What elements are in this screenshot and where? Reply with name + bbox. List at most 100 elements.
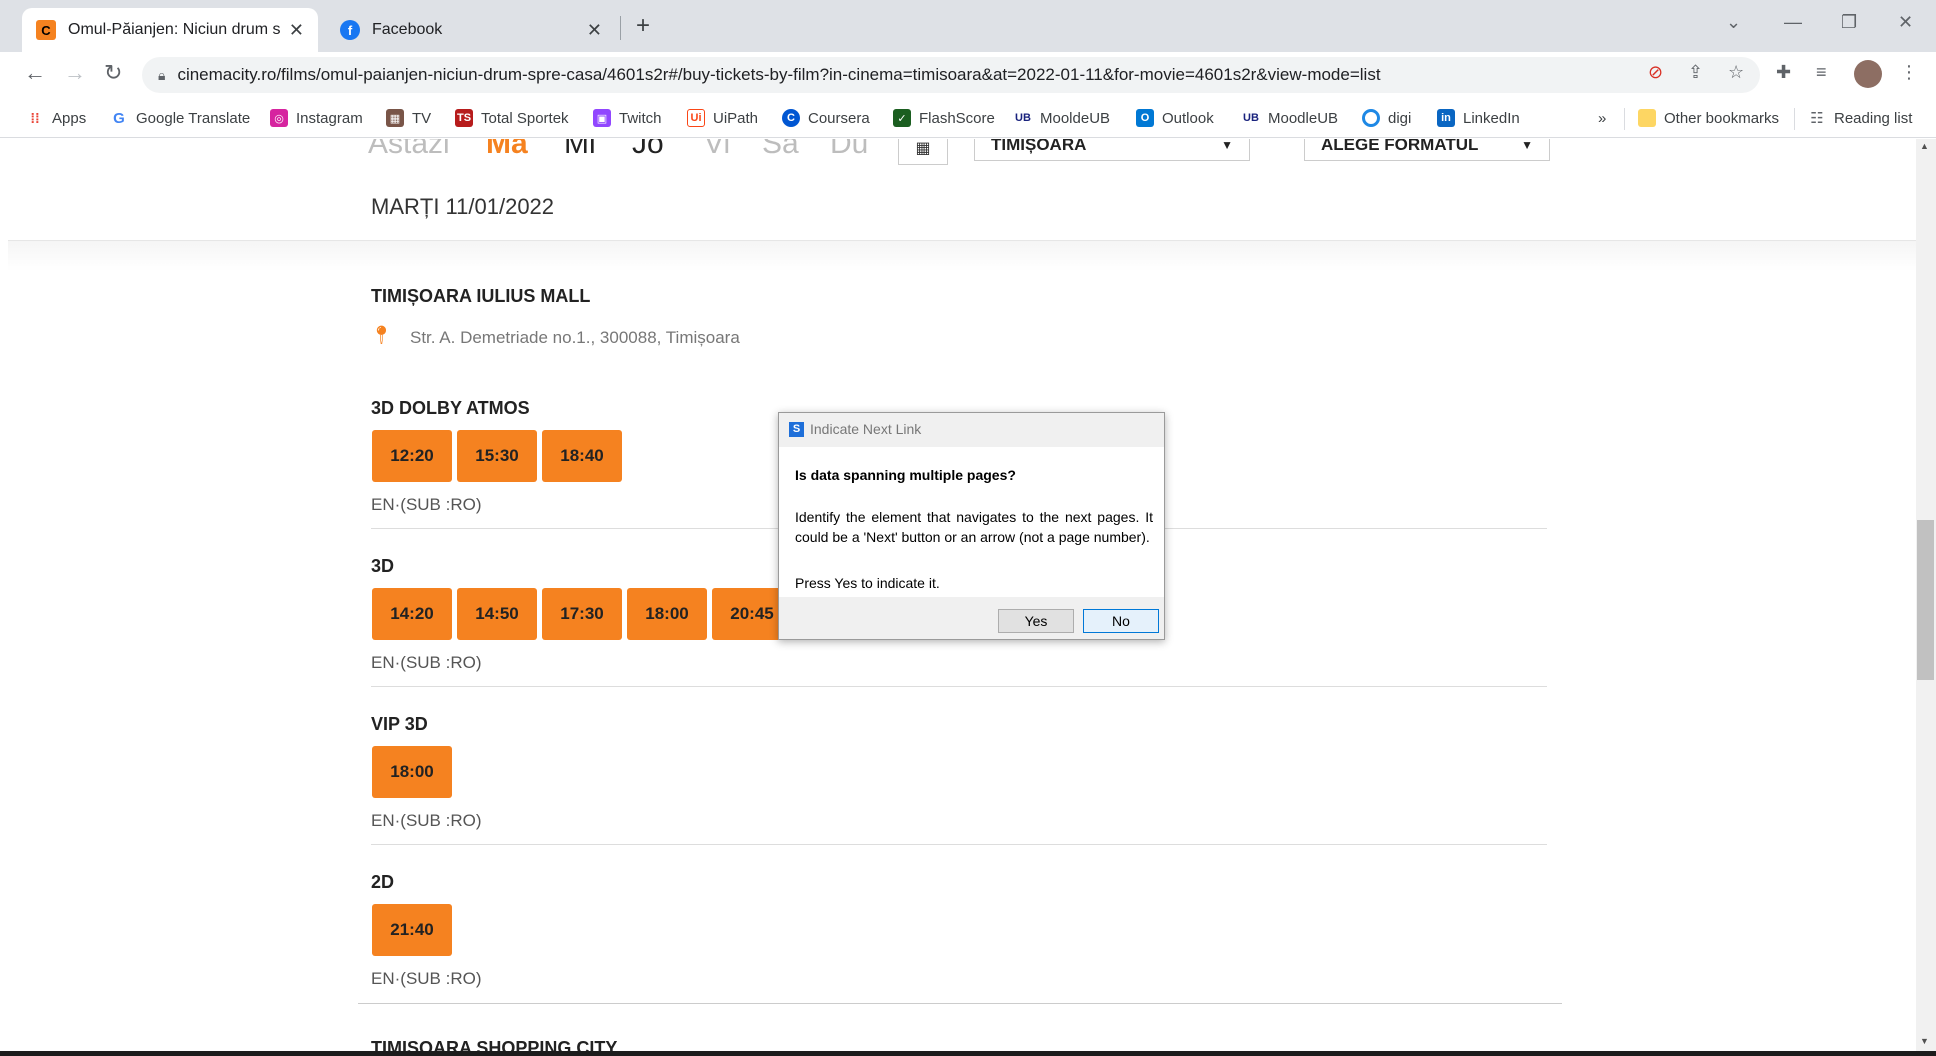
close-tab-icon[interactable]: ✕ <box>289 20 304 41</box>
bookmark-star-icon[interactable]: ☆ <box>1728 62 1744 83</box>
lock-icon: 🔒︎ <box>158 66 166 83</box>
bookmark-label: Reading list <box>1834 109 1913 127</box>
showtime-button[interactable]: 14:20 <box>372 588 452 640</box>
new-tab-button[interactable]: + <box>636 12 650 40</box>
day-vi[interactable]: Vi <box>704 139 730 161</box>
showtime-button[interactable]: 12:20 <box>372 430 452 482</box>
bookmark-outlook[interactable]: O Outlook <box>1136 104 1214 132</box>
yes-button[interactable]: Yes <box>998 609 1074 633</box>
bookmark-moodleub[interactable]: UB MoodleUB <box>1242 104 1338 132</box>
format-select[interactable]: ALEGE FORMATUL ▼ <box>1304 139 1550 161</box>
indicate-next-link-dialog: S Indicate Next Link Is data spanning mu… <box>778 412 1165 640</box>
bookmark-twitch[interactable]: ▣ Twitch <box>593 104 662 132</box>
next-cinema-name: TIMIȘOARA SHOPPING CITY <box>371 1038 618 1051</box>
calendar-icon[interactable]: ▦ <box>898 139 948 165</box>
more-bookmarks-button[interactable]: » <box>1598 104 1606 132</box>
dialog-question: Is data spanning multiple pages? <box>795 467 1016 483</box>
avatar[interactable] <box>1854 60 1882 88</box>
date-heading: MARȚI 11/01/2022 <box>371 194 555 219</box>
menu-icon[interactable]: ⋮ <box>1900 62 1918 83</box>
showtime-button[interactable]: 21:40 <box>372 904 452 956</box>
minimize-icon[interactable]: — <box>1784 12 1802 33</box>
twitch-icon: ▣ <box>593 109 611 127</box>
bookmark-label: LinkedIn <box>1463 109 1520 127</box>
day-astazi[interactable]: Astazi <box>368 139 450 161</box>
language-label: EN·(SUB :RO) <box>371 653 482 672</box>
forward-icon[interactable]: → <box>64 60 86 86</box>
tab-title: Omul-Păianjen: Niciun drum spre <box>68 21 281 38</box>
bookmark-tv[interactable]: ▦ TV <box>386 104 431 132</box>
chevron-down-icon: ▼ <box>1221 139 1233 152</box>
tab-search-icon[interactable]: ⌄ <box>1726 12 1741 33</box>
cinema-divider <box>358 1003 1562 1004</box>
uipath-icon: Ui <box>687 109 705 127</box>
language-label: EN·(SUB :RO) <box>371 811 482 830</box>
tab-facebook[interactable]: f Facebook ✕ <box>326 8 616 52</box>
bookmark-coursera[interactable]: C Coursera <box>782 104 870 132</box>
showtime-button[interactable]: 18:40 <box>542 430 622 482</box>
no-button[interactable]: No <box>1083 609 1159 633</box>
bookmark-label: Total Sportek <box>481 109 569 127</box>
format-3d: 3D <box>371 556 395 576</box>
other-bookmarks[interactable]: Other bookmarks <box>1638 104 1779 132</box>
bookmark-digi[interactable]: digi <box>1362 104 1411 132</box>
city-select[interactable]: TIMIȘOARA ▼ <box>974 139 1250 161</box>
restore-icon[interactable]: ❐ <box>1841 12 1857 33</box>
scroll-down-icon[interactable]: ▼ <box>1920 1036 1929 1046</box>
linkedin-icon: in <box>1437 109 1455 127</box>
bookmark-label: Apps <box>52 109 87 127</box>
bookmark-mooldeub[interactable]: UB MooldeUB <box>1014 104 1110 132</box>
bookmark-uipath[interactable]: Ui UiPath <box>687 104 758 132</box>
scroll-up-icon[interactable]: ▲ <box>1920 141 1929 151</box>
close-tab-icon[interactable]: ✕ <box>587 20 602 41</box>
bookmark-label: TV <box>412 109 432 127</box>
bookmark-apps[interactable]: ⁞⁞ Apps <box>26 104 86 132</box>
close-window-icon[interactable]: ✕ <box>1898 12 1913 33</box>
dialog-title-bar: S Indicate Next Link <box>789 421 921 437</box>
day-jo[interactable]: Jo <box>632 139 664 161</box>
reading-list[interactable]: ☷ Reading list <box>1808 104 1912 132</box>
facebook-favicon-icon: f <box>340 20 360 40</box>
back-icon[interactable]: ← <box>24 60 46 86</box>
showtime-button[interactable]: 17:30 <box>542 588 622 640</box>
bookmark-label: MooldeUB <box>1040 109 1111 127</box>
format-vip-3d: VIP 3D <box>371 714 428 734</box>
bookmark-label: FlashScore <box>919 109 995 127</box>
bookmark-label: Google Translate <box>136 109 251 127</box>
bookmark-label: Other bookmarks <box>1664 109 1780 127</box>
dialog-description: Identify the element that navigates to t… <box>795 509 1153 545</box>
language-label: EN·(SUB :RO) <box>371 969 482 988</box>
showtime-button[interactable]: 14:50 <box>457 588 537 640</box>
day-sa[interactable]: Sa <box>762 139 799 161</box>
ub-icon: UB <box>1015 112 1031 124</box>
bookmarks-divider <box>1624 108 1625 130</box>
showtime-button[interactable]: 15:30 <box>457 430 537 482</box>
share-icon[interactable]: ⇪ <box>1688 62 1703 83</box>
day-mi[interactable]: Mi <box>564 139 596 161</box>
tab-cinemacity[interactable]: C Omul-Păianjen: Niciun drum spre ✕ <box>22 8 318 52</box>
bookmark-instagram[interactable]: ◎ Instagram <box>270 104 363 132</box>
dialog-title: Indicate Next Link <box>810 421 922 437</box>
bookmark-flashscore[interactable]: ✓ FlashScore <box>893 104 995 132</box>
reload-icon[interactable]: ↻ <box>104 60 122 86</box>
outlook-icon: O <box>1136 109 1154 127</box>
blocked-icon[interactable]: ⊘ <box>1648 62 1663 83</box>
flashscore-icon: ✓ <box>893 109 911 127</box>
showtime-button[interactable]: 18:00 <box>372 746 452 798</box>
bookmark-total-sportek[interactable]: TS Total Sportek <box>455 104 569 132</box>
chevron-down-icon: ▼ <box>1521 139 1533 152</box>
address-bar[interactable]: 🔒︎ cinemacity.ro/films/omul-paianjen-nic… <box>142 57 1760 93</box>
format-2d: 2D <box>371 872 395 892</box>
bookmark-linkedin[interactable]: in LinkedIn <box>1437 104 1520 132</box>
day-du[interactable]: Du <box>830 139 868 161</box>
reading-list-icon: ☷ <box>1810 110 1824 127</box>
bookmark-google-translate[interactable]: G Google Translate <box>110 104 250 132</box>
media-icon[interactable]: ≡ <box>1816 62 1827 83</box>
digi-icon <box>1362 109 1380 127</box>
showtime-button[interactable]: 18:00 <box>627 588 707 640</box>
day-ma[interactable]: Ma <box>486 139 528 161</box>
scrollbar-thumb[interactable] <box>1917 520 1934 680</box>
extensions-icon[interactable]: ✚ <box>1776 62 1791 83</box>
url-text: cinemacity.ro/films/omul-paianjen-niciun… <box>177 65 1381 84</box>
bookmark-label: UiPath <box>713 109 759 127</box>
